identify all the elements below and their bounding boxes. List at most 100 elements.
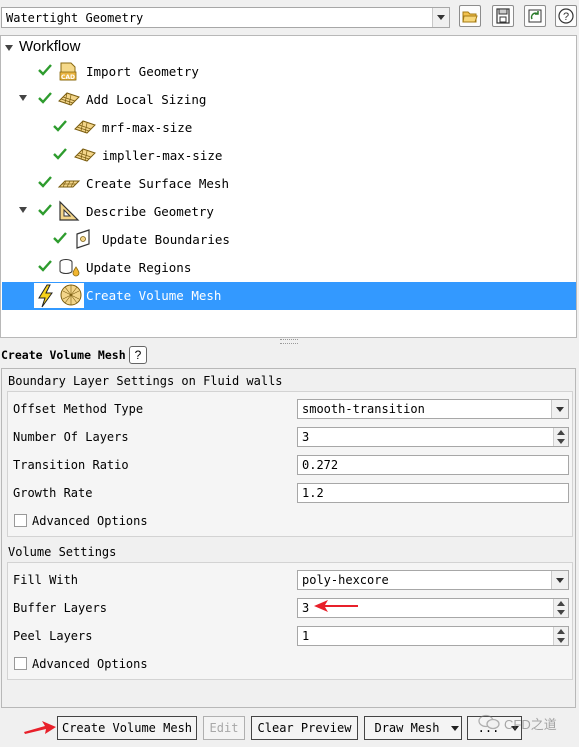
chevron-down-icon[interactable]	[551, 400, 568, 418]
chevron-down-icon[interactable]	[551, 571, 568, 589]
workflow-header: Workflow	[19, 38, 81, 55]
collapse-icon[interactable]	[19, 207, 27, 213]
draw-mesh-button[interactable]: Draw Mesh	[364, 716, 462, 740]
workflow-type-select[interactable]: Watertight Geometry	[1, 7, 450, 28]
svg-text:?: ?	[563, 11, 569, 23]
tree-item-import-geometry[interactable]: CAD Import Geometry	[1, 58, 576, 86]
edit-button[interactable]: Edit	[203, 716, 245, 740]
draw-mesh-button-label: Draw Mesh	[374, 721, 440, 735]
collapse-workflow-icon[interactable]	[5, 45, 13, 51]
clear-preview-button-label: Clear Preview	[257, 721, 352, 735]
tree-item-mrf-max-size[interactable]: mrf-max-size	[1, 114, 576, 142]
transition-ratio-input[interactable]: 0.272	[297, 455, 569, 475]
buffer-layers-label: Buffer Layers	[13, 601, 107, 615]
tree-item-impller-max-size[interactable]: impller-max-size	[1, 142, 576, 170]
help-icon: ?	[558, 8, 574, 24]
growth-rate-value: 1.2	[302, 486, 324, 500]
workflow-tree[interactable]: Workflow CAD Import Geometry Add Local S…	[0, 35, 577, 338]
check-icon	[53, 148, 67, 160]
watermark: CFD之道	[478, 711, 570, 733]
tree-item-describe-geometry[interactable]: Describe Geometry	[1, 198, 576, 226]
peel-layers-label: Peel Layers	[13, 629, 93, 643]
create-volume-mesh-panel: Boundary Layer Settings on Fluid walls O…	[1, 368, 576, 708]
regions-icon	[59, 259, 80, 277]
surface-mesh-icon	[57, 180, 81, 188]
check-icon	[53, 120, 67, 132]
watermark-text: CFD之道	[504, 717, 557, 732]
pane-splitter[interactable]	[280, 339, 298, 344]
collapse-icon[interactable]	[19, 95, 27, 101]
tree-item-update-boundaries[interactable]: Update Boundaries	[1, 226, 576, 254]
peel-layers-spinner[interactable]: 1	[297, 626, 569, 646]
mesh-grid-icon	[58, 92, 80, 106]
panel-help-button[interactable]: ?	[129, 346, 147, 364]
spinner-arrows-icon[interactable]	[553, 428, 568, 446]
tree-item-create-volume-mesh[interactable]: Create Volume Mesh	[2, 282, 576, 310]
tree-item-label: Update Boundaries	[102, 232, 230, 247]
number-of-layers-value: 3	[302, 430, 310, 444]
open-folder-icon	[462, 11, 478, 23]
tree-item-label: impller-max-size	[102, 148, 223, 163]
save-icon	[496, 8, 510, 24]
offset-method-value: smooth-transition	[302, 402, 425, 416]
volume-advanced-options-checkbox[interactable]	[14, 657, 27, 670]
boundary-advanced-options-label: Advanced Options	[32, 514, 148, 528]
number-of-layers-label: Number Of Layers	[13, 430, 129, 444]
help-button[interactable]: ?	[555, 5, 577, 27]
refresh-icon	[528, 9, 542, 23]
transition-ratio-label: Transition Ratio	[13, 458, 129, 472]
tree-item-create-surface-mesh[interactable]: Create Surface Mesh	[1, 170, 576, 198]
offset-method-select[interactable]: smooth-transition	[297, 399, 569, 419]
growth-rate-label: Growth Rate	[13, 486, 93, 500]
create-volume-mesh-button[interactable]: Create Volume Mesh	[57, 716, 197, 740]
create-button-label: Create Volume Mesh	[61, 721, 193, 735]
peel-layers-value: 1	[302, 629, 310, 643]
boundary-advanced-options-checkbox[interactable]	[14, 514, 27, 527]
check-icon	[38, 204, 52, 216]
check-icon	[38, 92, 52, 104]
tree-item-update-regions[interactable]: Update Regions	[1, 254, 576, 282]
growth-rate-input[interactable]: 1.2	[297, 483, 569, 503]
tree-item-label: Create Surface Mesh	[86, 176, 229, 191]
boundary-layer-group: Offset Method Type smooth-transition Num…	[7, 391, 573, 537]
number-of-layers-spinner[interactable]: 3	[297, 427, 569, 447]
volume-mesh-icon	[60, 284, 82, 306]
triangle-ruler-icon	[59, 200, 80, 221]
tree-item-label: Update Regions	[86, 260, 192, 275]
refresh-button[interactable]	[524, 5, 546, 27]
chevron-down-icon[interactable]	[451, 726, 459, 731]
mesh-grid-icon	[74, 148, 96, 162]
workflow-type-value: Watertight Geometry	[6, 11, 144, 25]
check-icon	[38, 176, 52, 188]
spinner-arrows-icon[interactable]	[553, 599, 568, 617]
check-icon	[53, 232, 67, 244]
fill-with-select[interactable]: poly-hexcore	[297, 570, 569, 590]
lightning-icon	[38, 284, 53, 308]
tree-item-label: mrf-max-size	[102, 120, 193, 135]
tree-item-label: Create Volume Mesh	[86, 288, 222, 303]
tree-item-add-local-sizing[interactable]: Add Local Sizing	[1, 86, 576, 114]
help-icon: ?	[134, 348, 142, 362]
edit-button-label: Edit	[209, 721, 239, 735]
open-folder-button[interactable]	[459, 5, 481, 27]
volume-settings-group: Fill With poly-hexcore Buffer Layers 3 P…	[7, 562, 573, 680]
check-icon	[38, 64, 52, 76]
volume-advanced-options-label: Advanced Options	[32, 657, 148, 671]
buffer-layers-value: 3	[302, 601, 310, 615]
boundary-icon	[76, 229, 90, 249]
transition-ratio-value: 0.272	[302, 458, 339, 472]
spinner-arrows-icon[interactable]	[553, 627, 568, 645]
offset-method-label: Offset Method Type	[13, 402, 144, 416]
chevron-down-icon[interactable]	[432, 8, 449, 27]
save-button[interactable]	[492, 5, 514, 27]
annotation-arrow-icon	[24, 721, 56, 734]
fill-with-label: Fill With	[13, 573, 79, 587]
wechat-icon	[478, 714, 500, 730]
check-icon	[38, 260, 52, 272]
panel-title: Create Volume Mesh	[1, 348, 126, 362]
volume-settings-group-title: Volume Settings	[8, 545, 117, 559]
mesh-grid-icon	[74, 120, 96, 134]
tree-item-label: Describe Geometry	[86, 204, 214, 219]
clear-preview-button[interactable]: Clear Preview	[251, 716, 358, 740]
annotation-arrow-icon	[314, 600, 358, 612]
